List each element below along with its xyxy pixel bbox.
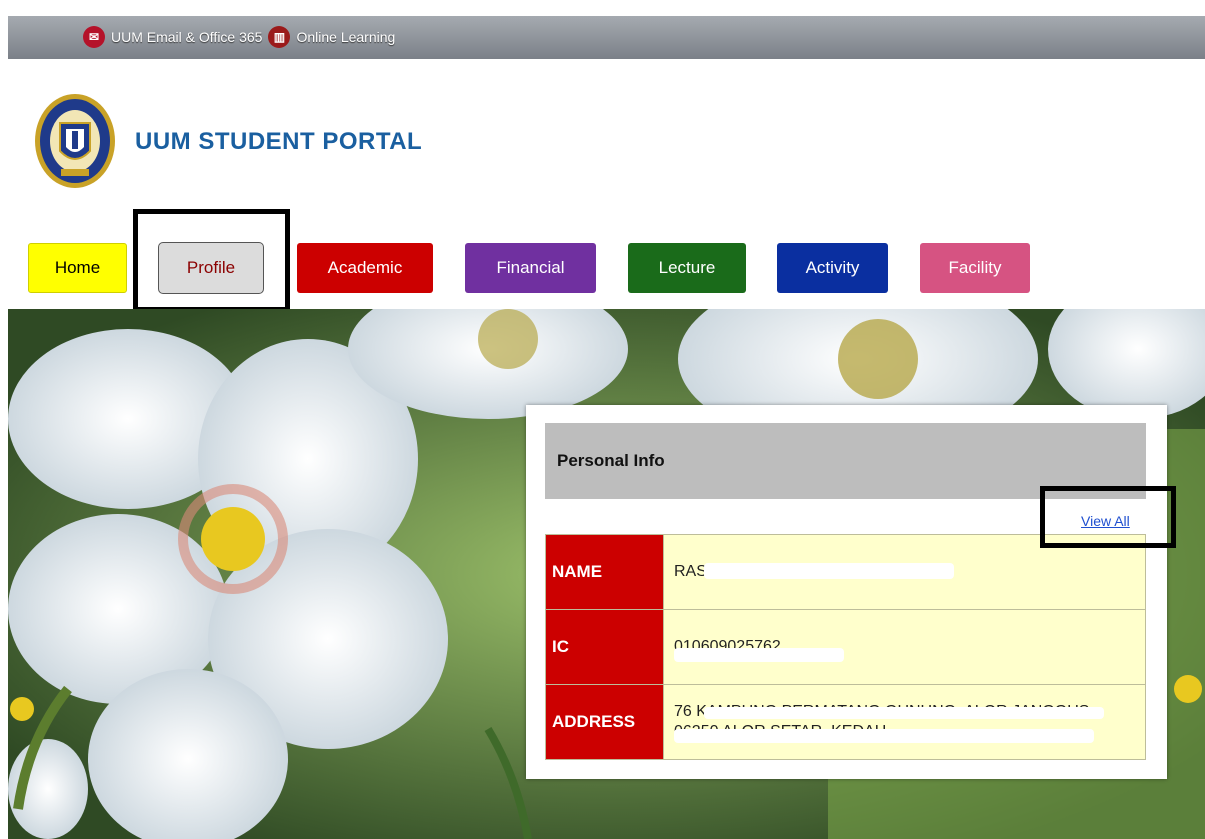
top-links: ✉ UUM Email & Office 365 ▥ Online Learni… [83, 26, 395, 48]
profile-highlight-box [133, 209, 290, 312]
nav-home-button[interactable]: Home [28, 243, 127, 293]
mail-icon[interactable]: ✉ [83, 26, 105, 48]
personal-info-table: NAME RASYIMA BINTI OTHMAN IC 01060902576… [545, 534, 1146, 760]
nav-activity-button[interactable]: Activity [777, 243, 888, 293]
redaction-mask [704, 707, 1104, 719]
name-label: NAME [545, 534, 664, 610]
uum-logo[interactable] [34, 93, 116, 189]
address-value-cell: 76 KAMPUNG PERMATANG GUNUNG, ALOR JANGGU… [663, 684, 1146, 760]
books-icon[interactable]: ▥ [268, 26, 291, 48]
online-learning-link[interactable]: Online Learning [296, 29, 395, 45]
view-all-highlight-box [1040, 486, 1176, 548]
top-bar: ✉ UUM Email & Office 365 ▥ Online Learni… [8, 16, 1205, 59]
personal-info-card: Personal Info View All NAME RASYIMA BINT… [526, 405, 1167, 779]
table-row: IC 010609025762 [545, 609, 1146, 685]
nav-facility-button[interactable]: Facility [920, 243, 1030, 293]
ic-label: IC [545, 609, 664, 685]
email-office365-link[interactable]: UUM Email & Office 365 [111, 29, 262, 45]
ic-value-cell: 010609025762 [663, 609, 1146, 685]
nav-lecture-button[interactable]: Lecture [628, 243, 746, 293]
redaction-mask [674, 729, 1094, 743]
top-strip [0, 0, 1205, 16]
portal-title: UUM STUDENT PORTAL [135, 128, 423, 155]
redaction-mask [674, 648, 844, 662]
nav-academic-button[interactable]: Academic [297, 243, 433, 293]
nav-financial-button[interactable]: Financial [465, 243, 596, 293]
table-row: ADDRESS 76 KAMPUNG PERMATANG GUNUNG, ALO… [545, 684, 1146, 760]
personal-info-title: Personal Info [557, 451, 665, 470]
address-label: ADDRESS [545, 684, 664, 760]
redaction-mask [704, 563, 954, 579]
